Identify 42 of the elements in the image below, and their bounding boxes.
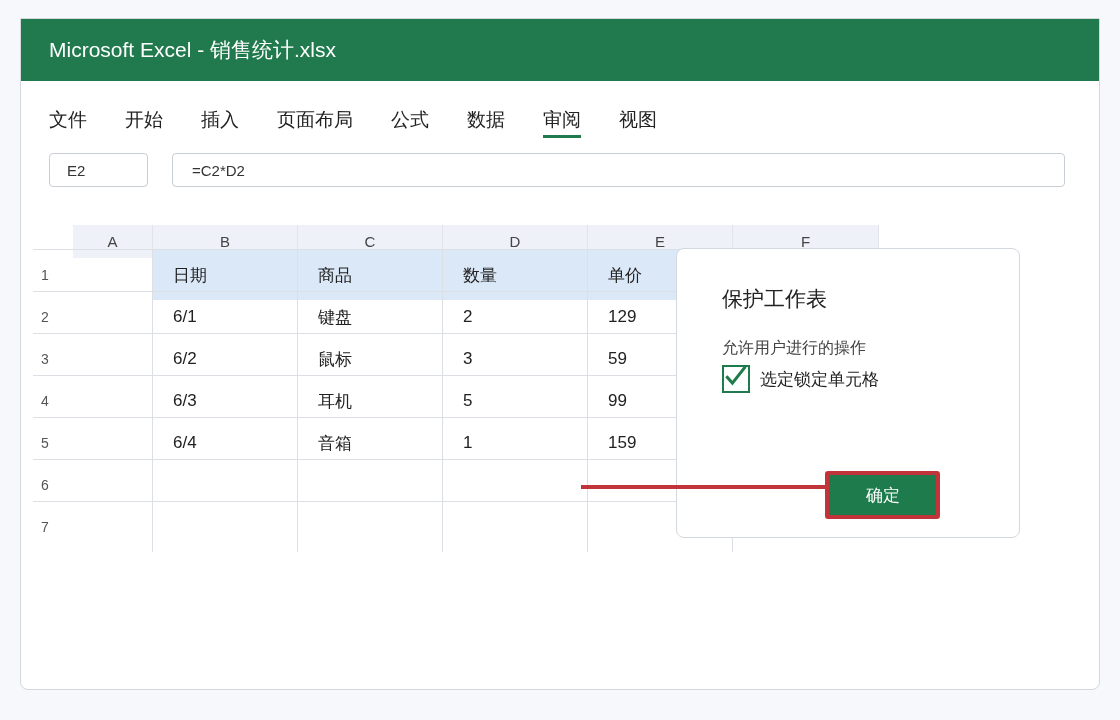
table-cell: 耳机 — [298, 375, 443, 426]
header-cell: 商品 — [298, 249, 443, 300]
menu-tab[interactable]: 页面布局 — [277, 107, 353, 138]
menu-tab[interactable]: 插入 — [201, 107, 239, 138]
menu-tab[interactable]: 开始 — [125, 107, 163, 138]
menu-tab[interactable]: 审阅 — [543, 107, 581, 138]
table-cell: 3 — [443, 333, 588, 384]
menu-tab[interactable]: 视图 — [619, 107, 657, 138]
formula-field[interactable]: =C2*D2 — [172, 153, 1065, 187]
menu-tab[interactable]: 数据 — [467, 107, 505, 138]
name-box[interactable]: E2 — [49, 153, 148, 187]
row-number[interactable]: 2 — [41, 309, 49, 325]
row-number[interactable]: 6 — [41, 477, 49, 493]
window-title: Microsoft Excel - 销售统计.xlsx — [49, 37, 337, 63]
table-cell: 键盘 — [298, 291, 443, 342]
column-header[interactable]: E — [655, 233, 665, 250]
menu-tab[interactable]: 公式 — [391, 107, 429, 138]
checkbox-label: 选定锁定单元格 — [760, 368, 879, 391]
column-header[interactable]: F — [800, 233, 811, 250]
row-number[interactable]: 5 — [41, 435, 49, 451]
table-cell: 6/1 — [153, 291, 298, 342]
table-cell: 2 — [443, 291, 588, 342]
row-number[interactable]: 4 — [41, 393, 49, 409]
menu-tab[interactable]: 文件 — [49, 107, 87, 138]
header-cell: 日期 — [153, 249, 298, 300]
row-number[interactable]: 7 — [41, 519, 49, 535]
row-number[interactable]: 3 — [41, 351, 49, 367]
table-cell: 5 — [443, 375, 588, 426]
column-header[interactable]: C — [364, 233, 376, 250]
table-cell: 6/3 — [153, 375, 298, 426]
table-cell: 6/2 — [153, 333, 298, 384]
header-cell: 数量 — [443, 249, 588, 300]
row-number[interactable]: 1 — [41, 267, 49, 283]
column-header[interactable]: D — [509, 233, 521, 250]
column-header[interactable]: B — [220, 233, 230, 250]
table-cell: 1 — [443, 417, 588, 468]
table-cell: 鼠标 — [298, 333, 443, 384]
column-header[interactable]: A — [107, 233, 118, 250]
confirm-button[interactable]: 确定 — [825, 471, 940, 519]
table-cell: 6/4 — [153, 417, 298, 468]
checkbox[interactable] — [722, 365, 750, 393]
table-cell: 音箱 — [298, 417, 443, 468]
